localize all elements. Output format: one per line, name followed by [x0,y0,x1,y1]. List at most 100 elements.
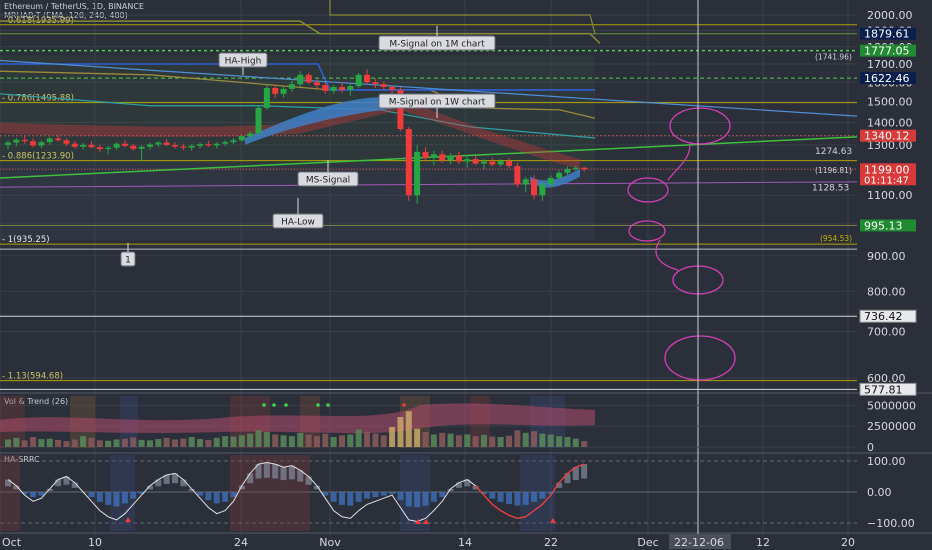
volume-bar [155,439,162,447]
oscillator-bar [380,492,387,496]
volume-bar [439,432,446,447]
volume-bar [121,438,128,447]
candle-body [63,140,70,144]
oscillator-bar [247,473,254,484]
candle-body [138,146,145,149]
level-label: (1196.81) [815,166,852,175]
candle-body [205,144,212,146]
candle-body [489,161,496,165]
volume-bar [364,432,371,447]
callout-label: 1 [125,256,131,266]
candle-body [464,159,471,162]
oscillator-bar [372,492,379,498]
candle-body [572,167,579,170]
volume-bar [71,439,78,447]
volume-bar [5,439,11,447]
oscillator-bar [355,492,362,502]
callout-label: HA-High [225,57,262,67]
volume-bar [180,438,187,447]
oscillator-bar [272,464,279,479]
x-tick-label: Nov [319,536,341,549]
volume-bar [355,429,362,447]
candle-body [172,144,178,147]
volume-bar [572,438,579,447]
candle-body [506,161,512,167]
oscillator-bar [389,492,396,495]
candle-body [146,144,153,147]
candle-body [5,142,11,145]
volume-bar [272,434,279,447]
candle-body [222,142,229,144]
callout-label: M-Signal on 1M chart [389,40,485,50]
candle-body [197,144,204,146]
y-tick-label: 1400.00 [867,117,913,130]
volume-bar [146,440,153,447]
volume-bar [480,434,487,447]
candle-body [347,86,354,90]
level-label: 1274.63 [815,147,852,157]
candle-body [414,151,421,196]
oscillator-bar [105,492,112,505]
candle-body [297,74,304,85]
candle-body [238,136,245,141]
volume-bar [46,438,53,447]
callout-label: M-Signal on 1W chart [389,98,486,108]
candle-body [130,145,137,149]
candle-body [330,87,337,91]
volume-bar [422,432,429,447]
callout-label: HA-Low [281,218,315,228]
candle-body [581,167,588,170]
oscillator-bar [263,462,270,478]
candle-body [313,82,320,86]
oscillator-bar [197,492,204,496]
y-tick-label: 2000.00 [867,9,913,22]
oscillator-tick-label: 0.00 [867,486,892,499]
oscillator-bar [88,492,95,498]
volume-bar [539,433,546,447]
volume-bar [313,436,320,447]
candle-body [522,179,529,185]
candle-body [447,155,454,161]
candle-body [339,87,345,90]
candle-body [439,154,446,161]
candle-body [155,142,162,145]
price-badge-label: 577.81 [864,383,903,396]
oscillator-bar [531,492,538,502]
volume-bar [581,441,588,447]
price-badge-label: 1879.61 [864,28,910,41]
oscillator-bar [330,492,337,502]
x-tick-label: 22-12-06 [674,536,724,549]
volume-bar [514,430,521,447]
candle-body [364,74,371,83]
oscillator-bar [288,465,295,480]
oscillator-bar [422,492,429,506]
chart-stage: Ethereum / TetherUS, 1D, BINANCE MRHAB-T… [0,0,932,550]
volume-bar [163,437,170,447]
volume-bar [531,431,538,447]
price-badge-label: 1777.05 [864,45,910,58]
signal-dot [262,403,266,407]
volume-bar [21,440,28,447]
volume-bar [564,437,571,447]
oscillator-bar [205,492,212,501]
volume-bar [113,439,120,447]
signal-dot [284,403,288,407]
level-label: (1741.96) [815,53,852,62]
x-tick-label: 20 [841,536,855,549]
chart-svg[interactable]: 2000.001900.001800.001700.001600.001500.… [0,0,932,550]
oscillator-bar [222,492,229,502]
candle-body [121,143,128,146]
oscillator-bar [30,492,37,498]
volume-bar [255,430,262,447]
y-tick-label: 1700.00 [867,58,913,71]
volume-bar [497,437,504,447]
y-tick-label: 900.00 [867,250,906,263]
candle-body [46,138,53,143]
candle-body [564,169,571,173]
candle-body [30,141,37,146]
volume-bar [556,436,563,447]
oscillator-stripe [0,455,20,531]
candle-body [430,154,437,158]
candle-body [355,74,362,87]
volume-bar [88,437,95,447]
